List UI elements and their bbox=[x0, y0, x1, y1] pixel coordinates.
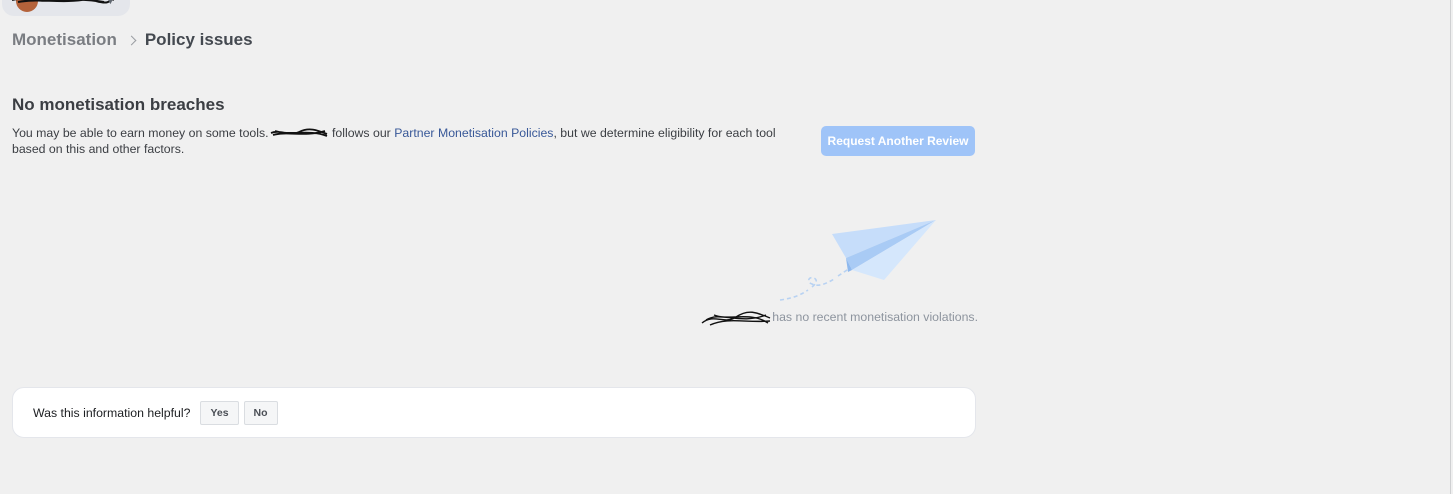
empty-state-text: has no recent monetisation violations. bbox=[772, 310, 978, 324]
redaction-scribble bbox=[12, 0, 114, 4]
partner-monetisation-policies-link[interactable]: Partner Monetisation Policies bbox=[394, 126, 553, 140]
description-text-2: follows our bbox=[328, 126, 395, 140]
feedback-yes-button[interactable]: Yes bbox=[200, 400, 239, 425]
feedback-no-button[interactable]: No bbox=[243, 400, 278, 425]
paper-plane-icon bbox=[779, 220, 936, 301]
description-text-1: You may be able to earn money on some to… bbox=[12, 126, 269, 140]
panel-divider bbox=[1450, 0, 1451, 494]
redaction-scribble bbox=[270, 128, 327, 137]
section-title: No monetisation breaches bbox=[12, 95, 225, 114]
account-switcher[interactable]: ▼ bbox=[2, 0, 130, 16]
chevron-right-icon bbox=[126, 35, 137, 45]
request-another-review-button[interactable]: Request Another Review bbox=[821, 126, 975, 156]
chevron-down-icon: ▼ bbox=[106, 0, 115, 6]
breadcrumb-monetisation[interactable]: Monetisation bbox=[12, 30, 117, 50]
redaction-scribble bbox=[701, 311, 771, 326]
feedback-question: Was this information helpful? bbox=[33, 405, 191, 420]
page-title: Policy issues bbox=[144, 30, 253, 49]
breadcrumb: Monetisation Policy issues bbox=[12, 29, 253, 51]
feedback-card: Was this information helpful? Yes No bbox=[12, 387, 976, 438]
section-description: You may be able to earn money on some to… bbox=[12, 125, 782, 157]
empty-state-message: has no recent monetisation violations. bbox=[700, 309, 978, 327]
policy-issues-page: ▼ Monetisation Policy issues No monetisa… bbox=[0, 0, 1453, 494]
